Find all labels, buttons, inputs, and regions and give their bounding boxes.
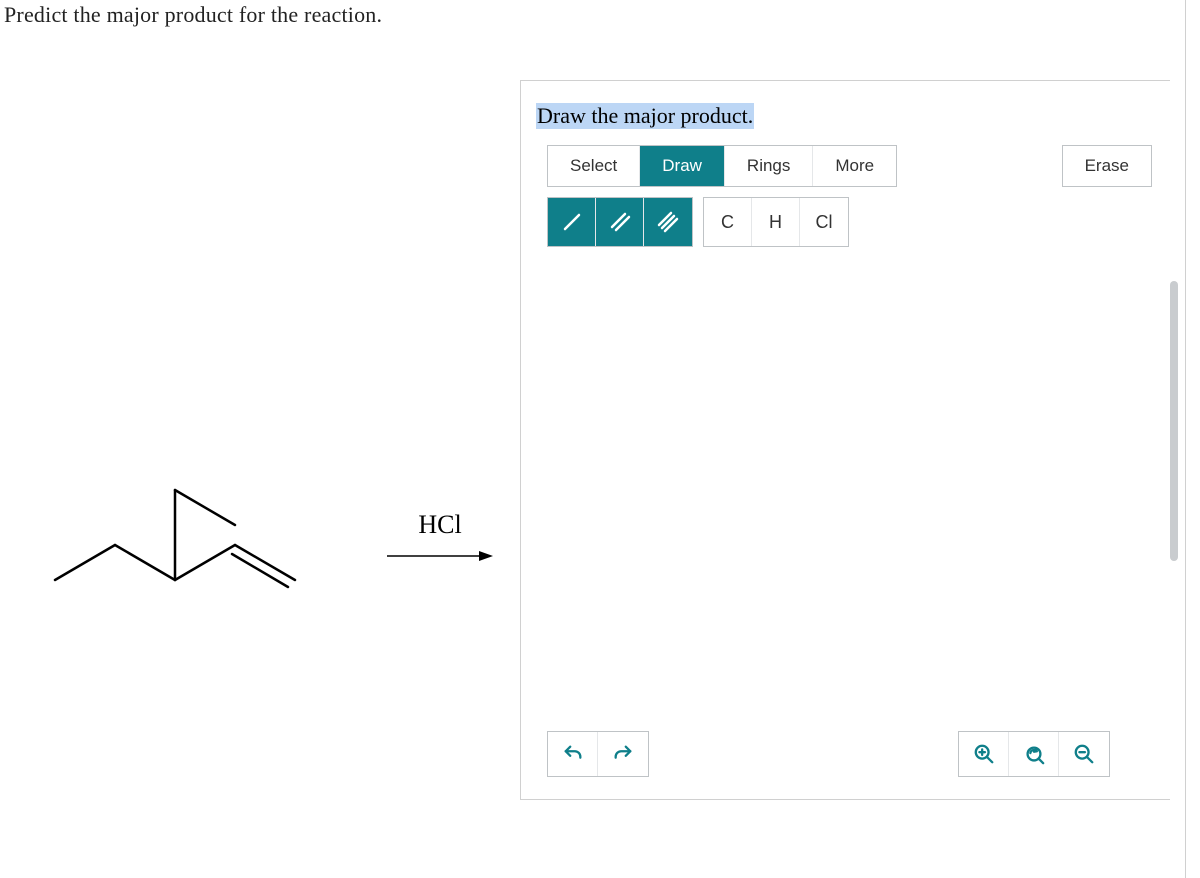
triple-bond-icon <box>656 210 680 234</box>
redo-button[interactable] <box>598 732 648 776</box>
tab-draw[interactable]: Draw <box>640 146 725 186</box>
triple-bond-button[interactable] <box>644 198 692 246</box>
zoom-out-icon <box>1073 743 1095 765</box>
zoom-out-button[interactable] <box>1059 732 1109 776</box>
undo-button[interactable] <box>548 732 598 776</box>
tab-select[interactable]: Select <box>548 146 640 186</box>
double-bond-button[interactable] <box>596 198 644 246</box>
reaction-arrow-group: HCl <box>385 510 495 566</box>
tab-more[interactable]: More <box>813 146 896 186</box>
tab-rings[interactable]: Rings <box>725 146 813 186</box>
zoom-reset-icon <box>1023 743 1045 765</box>
atom-group: C H Cl <box>703 197 849 247</box>
zoom-in-button[interactable] <box>959 732 1009 776</box>
erase-button[interactable]: Erase <box>1063 146 1151 186</box>
atom-h-button[interactable]: H <box>752 198 800 246</box>
double-bond-icon <box>608 210 632 234</box>
mode-toolbar: Select Draw Rings More <box>547 145 897 187</box>
reagent-label: HCl <box>385 510 495 540</box>
atom-c-button[interactable]: C <box>704 198 752 246</box>
editor-instruction: Draw the major product. <box>536 103 754 129</box>
atom-cl-button[interactable]: Cl <box>800 198 848 246</box>
structure-editor: Draw the major product. Select Draw Ring… <box>520 80 1170 800</box>
tool-toolbar: C H Cl <box>547 197 849 247</box>
history-toolbar <box>547 731 649 777</box>
redo-icon <box>612 743 634 765</box>
reaction-arrow-icon <box>385 546 495 566</box>
zoom-reset-button[interactable] <box>1009 732 1059 776</box>
reactant-structure <box>50 440 310 610</box>
zoom-toolbar <box>958 731 1110 777</box>
single-bond-icon <box>560 210 584 234</box>
single-bond-button[interactable] <box>548 198 596 246</box>
scrollbar[interactable] <box>1170 281 1178 581</box>
drawing-canvas[interactable] <box>533 261 1158 709</box>
reactant-panel: HCl <box>0 40 520 800</box>
erase-toolbar: Erase <box>1062 145 1152 187</box>
question-text: Predict the major product for the reacti… <box>4 2 382 28</box>
undo-icon <box>562 743 584 765</box>
scrollbar-thumb[interactable] <box>1170 281 1178 561</box>
zoom-in-icon <box>973 743 995 765</box>
bond-group <box>547 197 693 247</box>
